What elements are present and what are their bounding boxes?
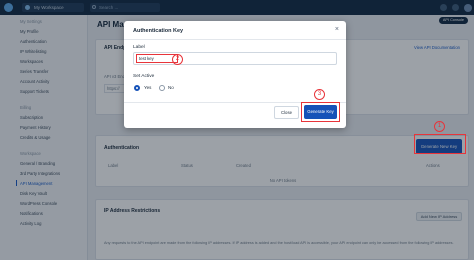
set-active-label: Set Active bbox=[133, 74, 155, 79]
label-field-label: Label bbox=[133, 45, 145, 50]
close-icon[interactable]: × bbox=[335, 26, 339, 33]
radio-no-label[interactable]: No bbox=[168, 85, 174, 90]
authentication-key-modal: Authentication Key × Label test key 2 Se… bbox=[124, 21, 346, 128]
annotation-marker-2: 2 bbox=[172, 54, 183, 65]
close-button[interactable]: Close bbox=[274, 106, 299, 119]
modal-header: Authentication Key × bbox=[124, 21, 346, 40]
radio-yes[interactable] bbox=[134, 85, 140, 91]
annotation-marker-1: 1 bbox=[434, 121, 445, 132]
modal-title: Authentication Key bbox=[133, 28, 184, 34]
radio-yes-label[interactable]: Yes bbox=[144, 85, 151, 90]
annotation-box-generate-new-key bbox=[414, 134, 466, 154]
annotation-box-generate-key bbox=[301, 102, 340, 122]
annotation-marker-3: 3 bbox=[314, 89, 325, 100]
radio-no[interactable] bbox=[159, 85, 165, 91]
